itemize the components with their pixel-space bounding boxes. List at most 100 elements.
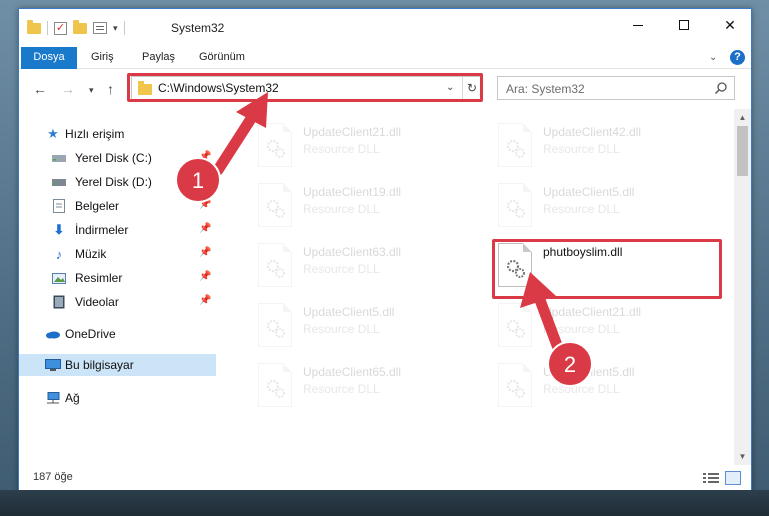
nav-label: Belgeler (75, 199, 120, 213)
customize-toolbar-icon[interactable]: ▾ (113, 23, 118, 34)
file-name: UpdateClient65.dll (303, 365, 402, 379)
search-placeholder: Ara: System32 (506, 82, 585, 96)
file-name: UpdateClient19.dll (303, 185, 402, 199)
file-item[interactable]: UpdateClient65.dll Resource DLL (258, 361, 478, 413)
cloud-icon (45, 326, 61, 342)
nav-item-downloads[interactable]: ⬇ İndirmeler 📌 (19, 219, 216, 241)
details-view-icon[interactable] (703, 472, 719, 484)
title-bar: ✓ ▾ System32 ✕ (19, 9, 751, 45)
nav-label: Yerel Disk (C:) (75, 151, 152, 165)
pin-icon[interactable]: 📌 (199, 295, 211, 306)
file-name: UpdateClient5.dll (543, 365, 635, 379)
pin-icon[interactable]: 📌 (199, 247, 211, 258)
nav-label: OneDrive (65, 327, 116, 341)
quick-access-toolbar: ✓ ▾ (27, 19, 125, 36)
scroll-up-icon[interactable]: ▲ (734, 109, 751, 126)
pin-icon[interactable]: 📌 (199, 199, 211, 210)
network-icon (45, 390, 61, 406)
explorer-window: ✓ ▾ System32 ✕ Dosya Giriş Paylaş Görünü… (18, 8, 752, 516)
back-arrow-icon[interactable]: ← (33, 81, 47, 97)
pin-icon[interactable]: 📌 (199, 223, 211, 234)
drive-icon (51, 150, 67, 166)
nav-quick-access[interactable]: ★ Hızlı erişim (19, 123, 216, 145)
scroll-thumb[interactable] (737, 126, 748, 176)
scroll-down-icon[interactable]: ▼ (734, 448, 751, 465)
nav-item-drive-c[interactable]: Yerel Disk (C:) 📌 (19, 147, 216, 169)
pictures-icon (51, 270, 67, 286)
file-name: UpdateClient21.dll (543, 305, 642, 319)
dll-file-icon (258, 243, 292, 287)
file-item[interactable]: UpdateClient5.dll Resource DLL (258, 301, 478, 353)
file-item[interactable]: UpdateClient5.dll Resource DLL (498, 361, 718, 413)
forward-arrow-icon[interactable]: → (61, 81, 75, 97)
properties-check-icon[interactable]: ✓ (54, 21, 67, 35)
search-input[interactable]: Ara: System32 (497, 76, 735, 100)
search-icon[interactable] (714, 81, 728, 95)
documents-icon (51, 198, 67, 214)
tab-file[interactable]: Dosya (21, 47, 77, 69)
minimize-button[interactable] (615, 9, 661, 41)
nav-item-onedrive[interactable]: OneDrive (19, 323, 216, 345)
file-type: Resource DLL (543, 142, 620, 156)
file-item[interactable]: UpdateClient5.dll Resource DLL (498, 181, 718, 233)
pin-icon[interactable]: 📌 (199, 175, 211, 186)
file-item[interactable]: UpdateClient21.dll Resource DLL (498, 301, 718, 353)
tab-home[interactable]: Giriş (91, 47, 114, 68)
nav-item-network[interactable]: Ağ (19, 387, 216, 409)
recent-locations-icon[interactable]: ▾ (89, 85, 94, 96)
file-type: Resource DLL (543, 202, 620, 216)
downloads-icon: ⬇ (53, 222, 65, 237)
nav-label: Resimler (75, 271, 123, 285)
item-count: 187 öğe (33, 471, 73, 483)
folder-icon[interactable] (27, 19, 41, 34)
minimize-icon (633, 24, 643, 26)
nav-item-this-pc[interactable]: Bu bilgisayar (19, 354, 216, 376)
up-arrow-icon[interactable]: ↑ (107, 81, 114, 97)
file-item[interactable]: UpdateClient42.dll Resource DLL (498, 121, 718, 173)
file-type: Resource DLL (543, 322, 620, 336)
vertical-scrollbar[interactable]: ▲ ▼ (734, 109, 751, 465)
file-name: UpdateClient21.dll (303, 125, 402, 139)
window-title: System32 (171, 21, 225, 35)
close-button[interactable]: ✕ (707, 9, 753, 41)
nav-label: İndirmeler (75, 223, 129, 237)
nav-item-pictures[interactable]: Resimler 📌 (19, 267, 216, 289)
nav-label: Müzik (75, 247, 107, 261)
pin-icon[interactable]: 📌 (199, 151, 211, 162)
tiles-view-icon[interactable] (725, 471, 741, 485)
new-folder-icon[interactable] (73, 19, 87, 34)
expand-ribbon-icon[interactable]: ⌄ (709, 52, 717, 63)
navigation-pane: ★ Hızlı erişim Yerel Disk (C:) 📌 Yerel D… (19, 109, 216, 449)
file-type: Resource DLL (303, 142, 380, 156)
file-name: UpdateClient42.dll (543, 125, 642, 139)
maximize-button[interactable] (661, 9, 707, 41)
desktop-background (0, 490, 769, 516)
dll-file-icon (258, 123, 292, 167)
help-icon[interactable]: ? (730, 50, 745, 65)
file-item[interactable]: UpdateClient19.dll Resource DLL (258, 181, 478, 233)
properties-icon[interactable] (93, 22, 107, 34)
tab-view[interactable]: Görünüm (199, 47, 245, 68)
file-type: Resource DLL (303, 262, 380, 276)
dll-file-icon (498, 303, 532, 347)
address-row: ← → ▾ ↑ C:\Windows\System32 ⌄ ↻ Ara: Sys… (19, 70, 751, 108)
file-item[interactable]: UpdateClient21.dll Resource DLL (258, 121, 478, 173)
nav-item-documents[interactable]: Belgeler 📌 (19, 195, 216, 217)
tab-share[interactable]: Paylaş (142, 47, 175, 68)
address-highlight-box (127, 73, 483, 102)
file-name: UpdateClient63.dll (303, 245, 402, 259)
nav-item-videos[interactable]: Videolar 📌 (19, 291, 216, 313)
pin-icon[interactable]: 📌 (199, 271, 211, 282)
nav-label: Ağ (65, 391, 80, 405)
file-item[interactable]: UpdateClient63.dll Resource DLL (258, 241, 478, 293)
nav-label: Yerel Disk (D:) (75, 175, 152, 189)
toolbar-divider (123, 21, 125, 35)
computer-icon (45, 357, 61, 373)
videos-icon (51, 294, 67, 310)
nav-label: Bu bilgisayar (65, 358, 134, 372)
nav-item-drive-d[interactable]: Yerel Disk (D:) 📌 (19, 171, 216, 193)
dll-file-icon (258, 363, 292, 407)
file-type: Resource DLL (303, 202, 380, 216)
file-type: Resource DLL (543, 382, 620, 396)
nav-item-music[interactable]: ♪ Müzik 📌 (19, 243, 216, 265)
